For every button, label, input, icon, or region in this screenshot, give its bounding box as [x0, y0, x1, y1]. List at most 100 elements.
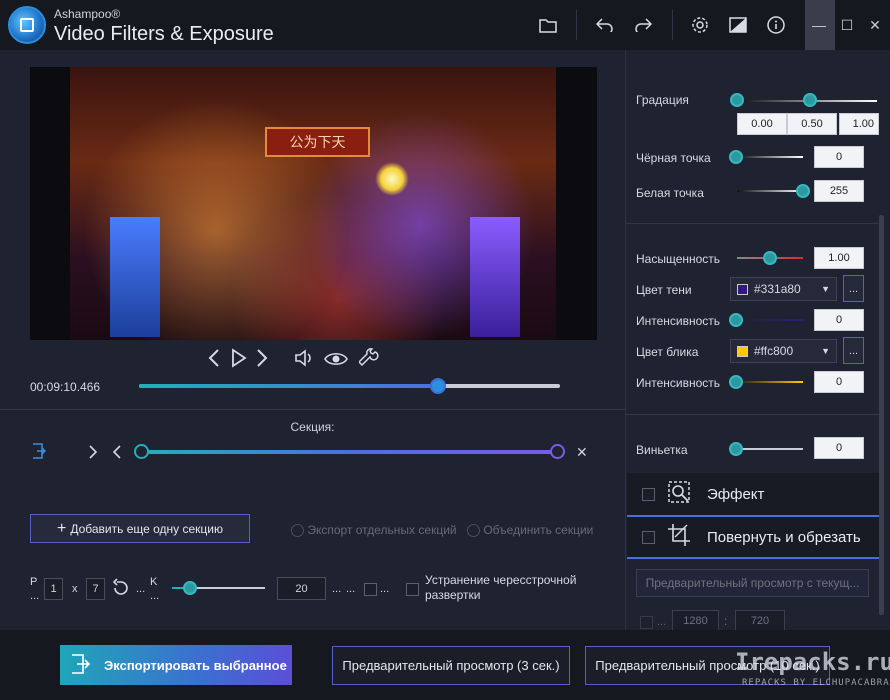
chevron-down-icon: ▼ [821, 346, 830, 356]
gradation-mid-handle[interactable] [803, 93, 817, 107]
wrench-icon[interactable] [357, 348, 379, 374]
export-selected-button[interactable]: Экспортировать выбранное [60, 645, 292, 685]
preview-current-button[interactable]: Предварительный просмотр с текущ... [636, 569, 869, 597]
x-label: x [72, 583, 78, 595]
x-field[interactable]: 7 [86, 578, 105, 600]
reset-icon[interactable] [111, 578, 131, 601]
black-point-field[interactable]: 0 [814, 146, 864, 168]
section-end-handle[interactable] [550, 444, 565, 459]
saturation-field[interactable]: 1.00 [814, 247, 864, 269]
merge-sections-radio[interactable]: Объединить секции [467, 523, 593, 538]
folder-icon[interactable] [529, 0, 567, 50]
p-field[interactable]: 1 [44, 578, 63, 600]
redo-icon[interactable] [624, 0, 662, 50]
close-icon[interactable]: ✕ [860, 0, 890, 50]
info-icon[interactable] [757, 0, 795, 50]
black-point-handle[interactable] [729, 150, 743, 164]
gradation-mid-field[interactable]: 0.50 [787, 113, 837, 135]
shadow-intensity-field[interactable]: 0 [814, 309, 864, 331]
product-name: Video Filters & Exposure [54, 23, 274, 45]
highlight-color-picker-button[interactable]: ... [843, 337, 864, 364]
section-label: Секция: [290, 420, 335, 434]
white-point-track[interactable] [737, 190, 803, 192]
crop-icon [667, 523, 691, 550]
export-separate-radio[interactable]: Экспорт отдельных секций [291, 523, 457, 538]
volume-icon[interactable] [294, 349, 314, 373]
compare-icon[interactable] [719, 0, 757, 50]
undo-icon[interactable] [586, 0, 624, 50]
chevron-down-icon: ▼ [821, 284, 830, 294]
k-label: K ... [150, 576, 160, 602]
shadow-color-picker-button[interactable]: ... [843, 275, 864, 302]
video-sign: 公为下天 [265, 127, 370, 157]
minimize-icon[interactable]: — [804, 0, 834, 50]
p-label: P ... [30, 576, 40, 602]
white-point-label: Белая точка [636, 186, 704, 200]
section-range-track[interactable] [141, 450, 559, 454]
option-checkbox[interactable] [364, 583, 377, 596]
export-icon [70, 653, 91, 677]
k-value-field[interactable]: 20 [277, 577, 326, 600]
shadow-intensity-handle[interactable] [729, 313, 743, 327]
gear-icon[interactable] [681, 0, 719, 50]
highlight-color-select[interactable]: #ffc800 ▼ [730, 339, 837, 363]
add-section-button[interactable]: + Добавить еще одну секцию [30, 514, 250, 543]
effect-checkbox[interactable] [642, 488, 655, 501]
section-start-handle[interactable] [134, 444, 149, 459]
ellipsis: ... [346, 583, 356, 595]
export-section-icon[interactable] [32, 443, 47, 462]
shadow-color-select[interactable]: #331a80 ▼ [730, 277, 837, 301]
highlight-color-label: Цвет блика [636, 345, 699, 359]
section-start-icon[interactable] [88, 444, 98, 463]
deinterlace-label: Устранение чересстрочной развертки [425, 573, 577, 602]
gradation-black-handle[interactable] [730, 93, 744, 107]
app-logo-icon [8, 6, 46, 44]
highlight-intensity-label: Интенсивность [636, 376, 721, 390]
dimension-separator: : [724, 614, 728, 628]
effect-icon [667, 480, 691, 507]
brand-name: Ashampoo® [54, 7, 121, 21]
gradation-low-field[interactable]: 0.00 [737, 113, 787, 135]
width-field[interactable]: 1280 [672, 610, 719, 632]
video-light [375, 162, 409, 196]
white-point-field[interactable]: 255 [814, 180, 864, 202]
toolbar-separator [576, 10, 577, 40]
deinterlace-checkbox[interactable] [406, 583, 419, 596]
highlight-intensity-track[interactable] [737, 381, 803, 383]
vignette-track[interactable] [737, 448, 803, 450]
vignette-label: Виньетка [636, 443, 688, 457]
watermark-subtitle: REPACKS BY ELCHUPACABRA [742, 678, 890, 688]
saturation-label: Насыщенность [636, 252, 721, 266]
k-slider-handle[interactable] [183, 581, 197, 595]
resize-checkbox[interactable] [640, 616, 653, 629]
gradation-high-field[interactable]: 1.00 [839, 113, 879, 135]
plus-icon: + [56, 519, 67, 537]
black-point-track[interactable] [737, 156, 803, 158]
video-pillar-left [110, 217, 160, 337]
preview-3s-button[interactable]: Предварительный просмотр (3 сек.) [332, 646, 570, 685]
shadow-intensity-track[interactable] [737, 319, 803, 321]
play-icon[interactable] [231, 348, 247, 374]
vignette-field[interactable]: 0 [814, 437, 864, 459]
prev-frame-icon[interactable] [208, 348, 220, 374]
saturation-handle[interactable] [763, 251, 777, 265]
timeline-handle[interactable] [429, 378, 446, 394]
highlight-intensity-handle[interactable] [729, 375, 743, 389]
section-end-icon[interactable] [112, 444, 122, 463]
timecode: 00:09:10.466 [30, 380, 101, 394]
height-field[interactable]: 720 [735, 610, 785, 632]
effect-label: Эффект [707, 486, 765, 503]
toolbar-separator [672, 10, 673, 40]
white-point-handle[interactable] [796, 184, 810, 198]
panel-scrollbar[interactable] [879, 215, 884, 615]
remove-section-icon[interactable]: ✕ [576, 444, 588, 461]
next-frame-icon[interactable] [256, 348, 268, 374]
eye-icon[interactable] [324, 350, 348, 373]
vignette-handle[interactable] [729, 442, 743, 456]
rotate-crop-checkbox[interactable] [642, 531, 655, 544]
highlight-intensity-field[interactable]: 0 [814, 371, 864, 393]
shadow-color-swatch [737, 283, 748, 295]
maximize-icon[interactable]: ☐ [832, 0, 862, 50]
divider [625, 414, 879, 415]
ellipsis: ... [657, 616, 667, 628]
